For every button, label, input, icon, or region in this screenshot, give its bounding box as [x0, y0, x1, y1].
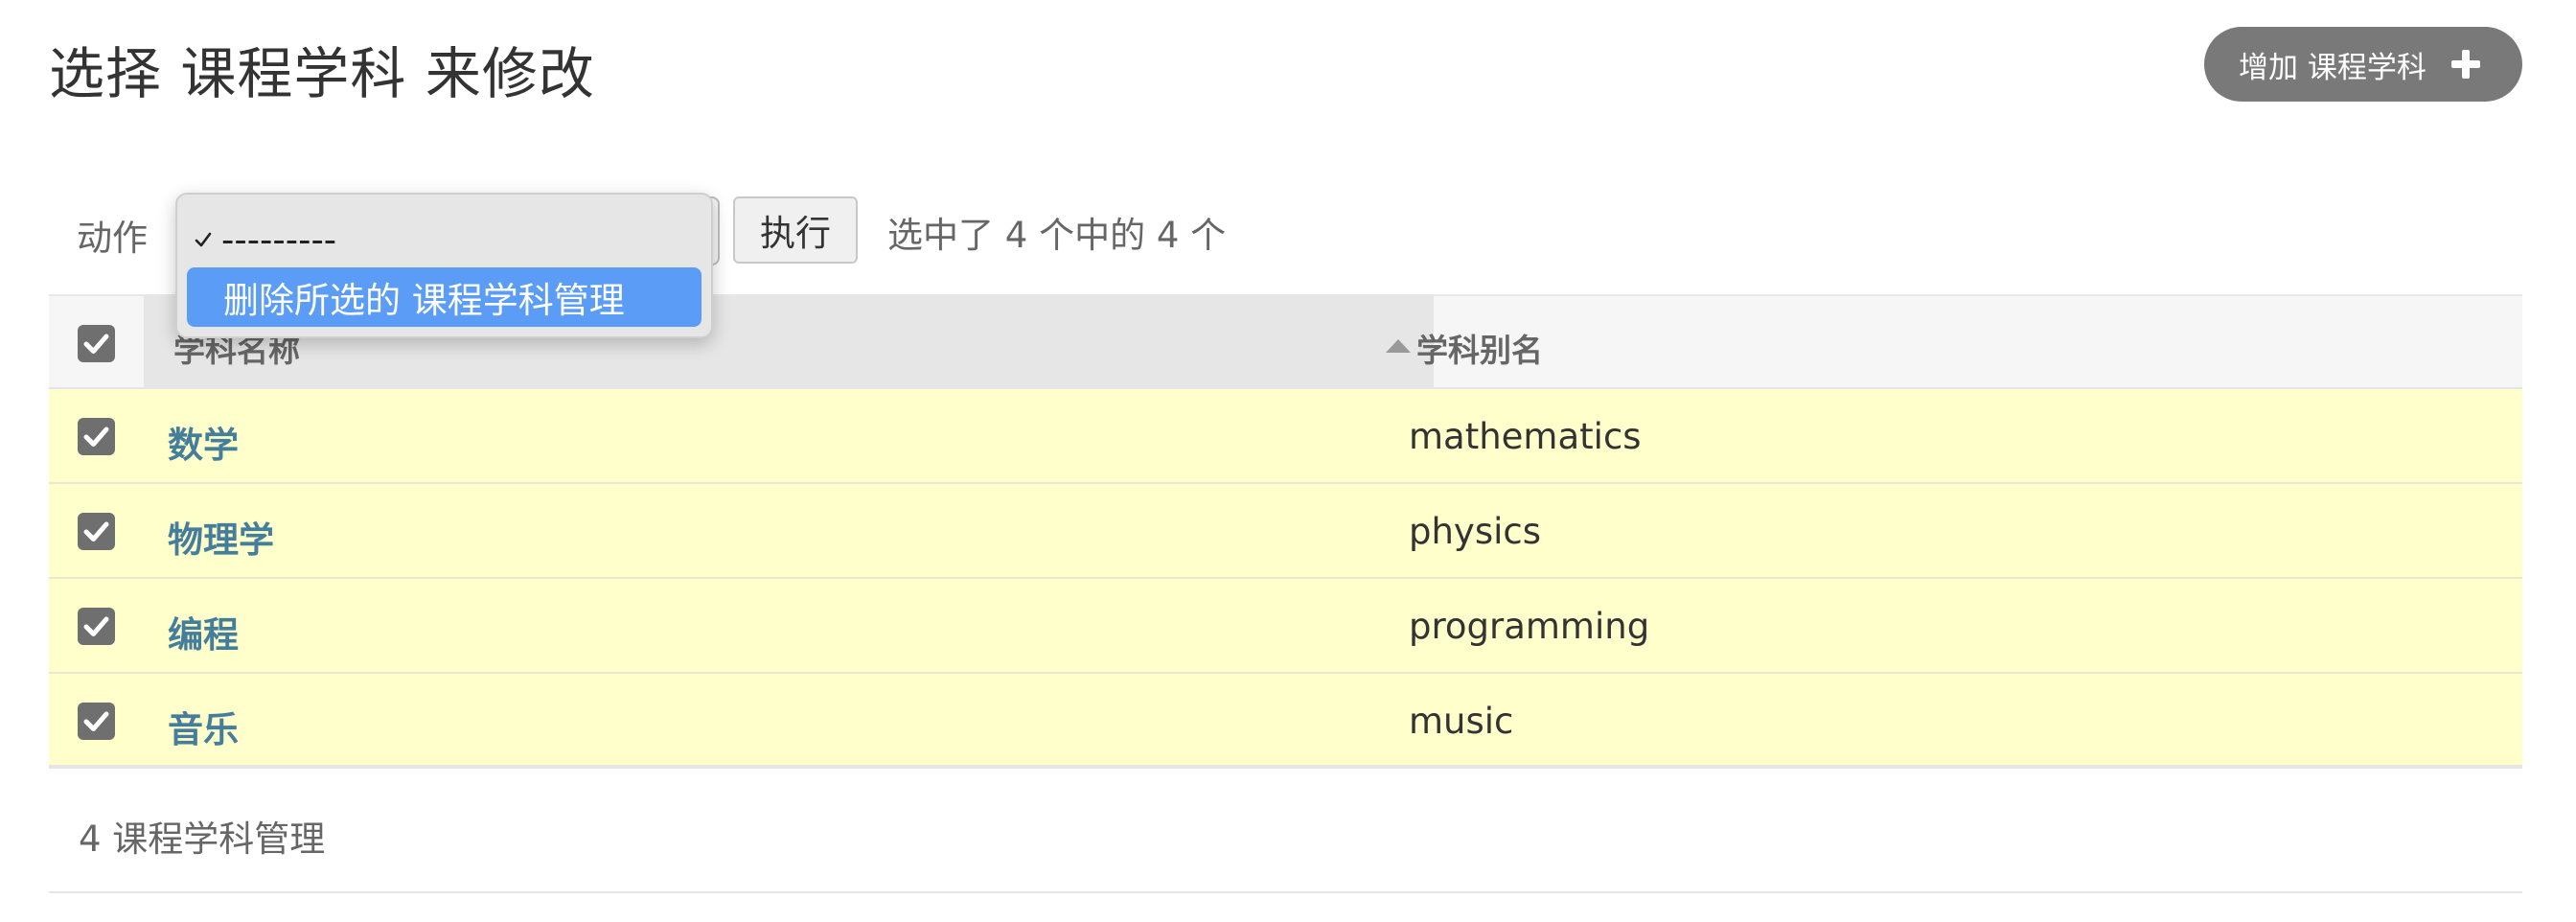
- add-button-label: 增加 课程学科: [2239, 50, 2426, 85]
- selection-counter: 选中了 4 个中的 4 个: [887, 215, 1227, 256]
- subject-alias: music: [1409, 701, 1514, 742]
- plus-icon: [2450, 50, 2480, 79]
- table-row: 物理学 physics: [49, 484, 2522, 579]
- subject-name-link[interactable]: 音乐: [168, 701, 239, 752]
- column-header-subject-alias: 学科别名: [1416, 332, 1543, 369]
- checkmark-icon: [83, 711, 109, 731]
- row-checkbox[interactable]: [78, 418, 115, 455]
- sort-ascending-icon[interactable]: [1386, 339, 1411, 353]
- row-checkbox[interactable]: [78, 703, 115, 740]
- dropdown-option-empty[interactable]: ---------: [193, 210, 336, 269]
- subject-name-link[interactable]: 编程: [168, 606, 239, 657]
- result-count: 4 课程学科管理: [79, 818, 326, 860]
- actions-label: 动作: [77, 218, 148, 259]
- subject-name-link[interactable]: 数学: [168, 416, 239, 468]
- subject-alias: mathematics: [1409, 416, 1642, 457]
- page-title: 选择 课程学科 来修改: [49, 41, 595, 106]
- checkmark-icon: [83, 616, 109, 636]
- run-action-button[interactable]: 执行: [733, 196, 858, 264]
- dropdown-option-label: ---------: [221, 219, 337, 261]
- checkmark-icon: [83, 521, 109, 542]
- checkmark-icon: [83, 426, 109, 447]
- select-all-cell: [49, 296, 144, 389]
- checkmark-icon: [195, 232, 212, 247]
- row-checkbox[interactable]: [78, 513, 115, 550]
- dropdown-option-delete-selected[interactable]: 删除所选的 课程学科管理: [187, 267, 702, 327]
- table-row: 编程 programming: [49, 579, 2522, 674]
- action-dropdown-menu: --------- 删除所选的 课程学科管理: [175, 193, 713, 338]
- change-list-page: 选择 课程学科 来修改 增加 课程学科 动作 执行 选中了 4 个中的 4 个 …: [0, 0, 2576, 922]
- dropdown-option-label: 删除所选的 课程学科管理: [223, 280, 625, 321]
- results-table: 学科名称 学科别名 数学 mathematics 物理学 physics 编程: [49, 294, 2522, 769]
- checkmark-icon: [83, 334, 109, 354]
- select-all-checkbox[interactable]: [78, 325, 115, 362]
- footer-divider: [49, 891, 2522, 893]
- row-checkbox[interactable]: [78, 608, 115, 645]
- table-row: 音乐 music: [49, 674, 2522, 769]
- subject-alias: programming: [1409, 606, 1650, 647]
- add-subject-button[interactable]: 增加 课程学科: [2204, 27, 2522, 102]
- subject-name-link[interactable]: 物理学: [168, 511, 274, 563]
- table-row: 数学 mathematics: [49, 389, 2522, 484]
- subject-alias: physics: [1409, 511, 1542, 552]
